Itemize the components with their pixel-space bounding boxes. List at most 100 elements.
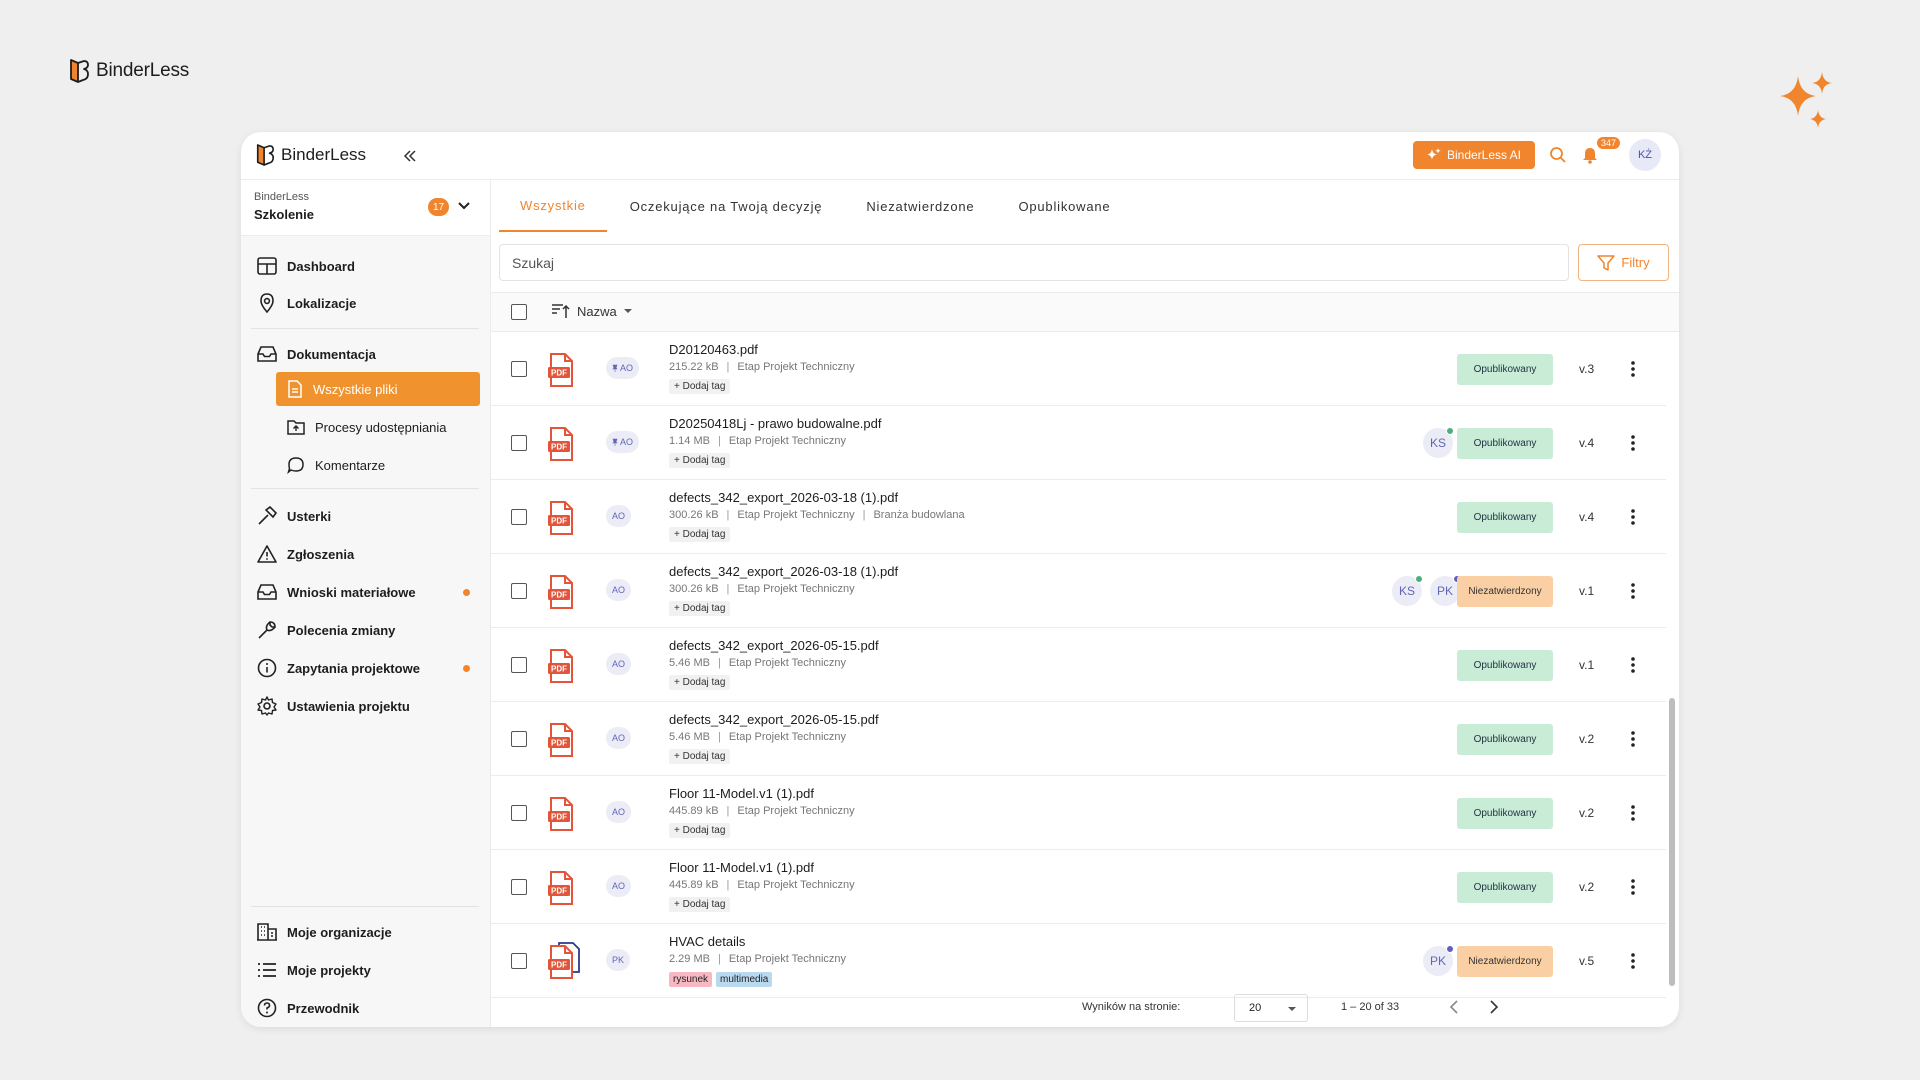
row-checkbox[interactable] <box>511 583 527 599</box>
file-name[interactable]: defects_342_export_2026-05-15.pdf <box>669 638 879 653</box>
add-tag-button[interactable]: + Dodaj tag <box>669 527 731 542</box>
more-options-icon[interactable] <box>1630 730 1636 748</box>
tab-opublikowane[interactable]: Opublikowane <box>997 180 1131 232</box>
file-name[interactable]: D20250418Lj - prawo budowalne.pdf <box>669 416 882 431</box>
owner-avatar: AO <box>606 505 632 527</box>
file-name[interactable]: Floor 11-Model.v1 (1).pdf <box>669 786 814 801</box>
table-row[interactable]: PDF AO D20250418Lj - prawo budowalne.pdf … <box>491 406 1666 480</box>
table-row[interactable]: PDF AO defects_342_export_2026-05-15.pdf … <box>491 628 1666 702</box>
row-checkbox[interactable] <box>511 805 527 821</box>
tab-wszystkie[interactable]: Wszystkie <box>499 180 607 232</box>
table-row[interactable]: PDF AO defects_342_export_2026-03-18 (1).… <box>491 554 1666 628</box>
chevron-left-icon[interactable] <box>1446 998 1464 1016</box>
sidebar-item-dashboard[interactable]: Dashboard <box>257 256 355 276</box>
sidebar-item-lokalizacje[interactable]: Lokalizacje <box>257 293 356 313</box>
add-tag-button[interactable]: + Dodaj tag <box>669 897 731 912</box>
row-checkbox[interactable] <box>511 879 527 895</box>
file-name[interactable]: defects_342_export_2026-03-18 (1).pdf <box>669 564 898 579</box>
search-input[interactable] <box>499 244 1569 281</box>
more-options-icon[interactable] <box>1630 804 1636 822</box>
select-all-checkbox[interactable] <box>511 304 527 320</box>
sidebar-item-zgloszenia[interactable]: Zgłoszenia <box>257 544 354 564</box>
status-badge: Opublikowany <box>1457 354 1553 385</box>
tab-niezatwierdzone[interactable]: Niezatwierdzone <box>845 180 995 232</box>
collapse-sidebar-button[interactable] <box>400 146 420 166</box>
owner-initials: AO <box>620 437 634 447</box>
caret-down-icon <box>623 309 632 313</box>
file-name[interactable]: defects_342_export_2026-05-15.pdf <box>669 712 879 727</box>
more-options-icon[interactable] <box>1630 656 1636 674</box>
file-name[interactable]: Floor 11-Model.v1 (1).pdf <box>669 860 814 875</box>
tag[interactable]: multimedia <box>716 972 773 987</box>
table-row[interactable]: PDF PK HVAC details 2.29 MB | Etap Projek… <box>491 924 1666 998</box>
row-checkbox[interactable] <box>511 657 527 673</box>
row-checkbox[interactable] <box>511 361 527 377</box>
app-brand[interactable]: BinderLess <box>255 143 366 167</box>
file-name[interactable]: HVAC details <box>669 934 745 949</box>
notifications-button[interactable] <box>1581 146 1599 169</box>
row-checkbox[interactable] <box>511 953 527 969</box>
table-row[interactable]: PDF AO defects_342_export_2026-03-18 (1).… <box>491 480 1666 554</box>
more-options-icon[interactable] <box>1630 952 1636 970</box>
more-options-icon[interactable] <box>1630 508 1636 526</box>
sidebar-item-przewodnik[interactable]: Przewodnik <box>257 998 359 1018</box>
add-tag-button[interactable]: + Dodaj tag <box>669 749 731 764</box>
table-row[interactable]: PDF AO D20120463.pdf 215.22 kB | Etap Pro… <box>491 332 1666 406</box>
row-checkbox[interactable] <box>511 509 527 525</box>
file-name[interactable]: defects_342_export_2026-03-18 (1).pdf <box>669 490 898 505</box>
chevron-down-icon[interactable] <box>457 199 471 213</box>
sidebar-item-label: Zgłoszenia <box>287 546 355 562</box>
approver-initials: KS <box>1429 436 1446 450</box>
file-name[interactable]: D20120463.pdf <box>669 342 758 357</box>
meta-separator: | <box>717 435 721 447</box>
table-header: Nazwa <box>491 292 1679 332</box>
add-tag-button[interactable]: + Dodaj tag <box>669 675 731 690</box>
sidebar-item-wnioski[interactable]: Wnioski materiałowe <box>257 582 416 602</box>
chevron-right-icon[interactable] <box>1484 998 1502 1016</box>
sidebar-item-usterki[interactable]: Usterki <box>257 506 331 526</box>
project-selector[interactable]: BinderLess Szkolenie 17 <box>241 180 490 236</box>
row-checkbox[interactable] <box>511 731 527 747</box>
row-checkbox[interactable] <box>511 435 527 451</box>
sidebar-item-dokumentacja[interactable]: Dokumentacja <box>257 344 376 364</box>
add-tag-button[interactable]: + Dodaj tag <box>669 453 731 468</box>
sidebar-item-projekty[interactable]: Moje projekty <box>257 960 371 980</box>
sidebar-item-label: Procesy udostępniania <box>315 419 447 435</box>
sidebar-item-ustawienia[interactable]: Ustawienia projektu <box>257 696 410 716</box>
meta-separator: | <box>726 509 730 521</box>
sidebar-item-zapytania[interactable]: Zapytania projektowe <box>257 658 420 678</box>
sort-by-name[interactable]: Nazwa <box>551 303 633 319</box>
add-tag-button[interactable]: + Dodaj tag <box>669 379 731 394</box>
scrollbar-thumb[interactable] <box>1669 698 1675 986</box>
file-size: 445.89 kB <box>669 879 719 891</box>
approver-avatar: KS <box>1392 575 1423 606</box>
sidebar-item-polecenia[interactable]: Polecenia zmiany <box>257 620 395 640</box>
sidebar-item-wszystkie-pliki[interactable]: Wszystkie pliki <box>276 372 480 406</box>
sidebar-item-procesy[interactable]: Procesy udostępniania <box>276 410 480 444</box>
filters-button[interactable]: Filtry <box>1578 244 1669 281</box>
add-tag-button[interactable]: + Dodaj tag <box>669 601 731 616</box>
binderless-ai-button[interactable]: BinderLess AI <box>1413 141 1535 169</box>
tab-oczekujace[interactable]: Oczekujące na Twoją decyzję <box>609 180 844 232</box>
status-badge: Opublikowany <box>1457 502 1553 533</box>
sidebar-item-organizacje[interactable]: Moje organizacje <box>257 922 392 942</box>
add-tag-button[interactable]: + Dodaj tag <box>669 823 731 838</box>
table-row[interactable]: PDF AO Floor 11-Model.v1 (1).pdf 445.89 k… <box>491 850 1666 924</box>
more-options-icon[interactable] <box>1630 878 1636 896</box>
location-pin-icon <box>260 293 274 313</box>
sidebar-item-komentarze[interactable]: Komentarze <box>276 448 480 482</box>
more-options-icon[interactable] <box>1630 582 1636 600</box>
tag[interactable]: rysunek <box>669 972 713 987</box>
more-options-icon[interactable] <box>1630 360 1636 378</box>
user-avatar[interactable]: KŻ <box>1629 139 1661 171</box>
search-icon <box>1550 147 1566 163</box>
svg-text:PDF: PDF <box>551 813 567 822</box>
table-row[interactable]: PDF AO Floor 11-Model.v1 (1).pdf 445.89 k… <box>491 776 1666 850</box>
brand-name: BinderLess <box>281 145 367 164</box>
file-meta: 300.26 kB | Etap Projekt Techniczny <box>669 583 855 595</box>
table-row[interactable]: PDF AO defects_342_export_2026-05-15.pdf … <box>491 702 1666 776</box>
global-search-button[interactable] <box>1549 146 1567 169</box>
more-options-icon[interactable] <box>1630 434 1636 452</box>
pdf-file-icon: PDF <box>548 575 573 609</box>
per-page-select[interactable]: 20 <box>1234 994 1308 1022</box>
